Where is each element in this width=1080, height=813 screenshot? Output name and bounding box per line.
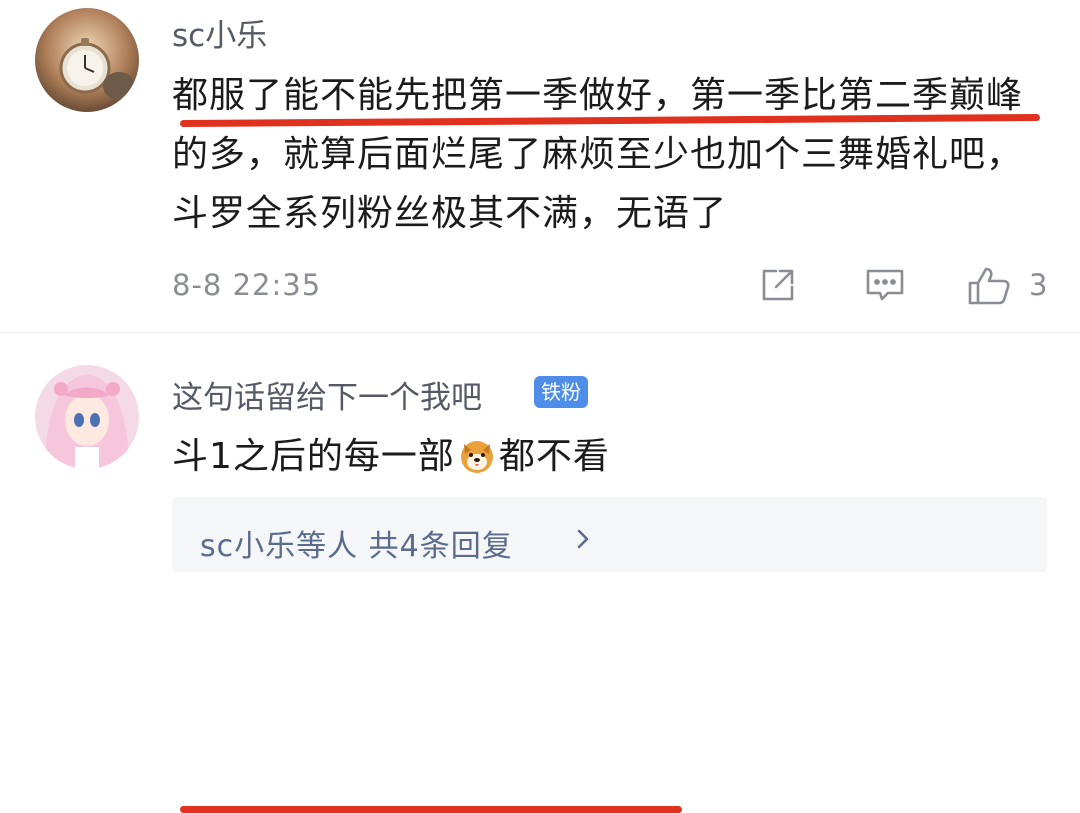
like-count: 3 bbox=[1029, 268, 1048, 302]
comment-text: 都服了能不能先把第一季做好，第一季比第二季巅峰的多，就算后面烂尾了麻烦至少也加个… bbox=[172, 75, 1024, 234]
timestamp: 8-8 22:35 bbox=[172, 268, 322, 302]
avatar[interactable] bbox=[35, 365, 139, 469]
reply-icon[interactable] bbox=[864, 265, 906, 305]
share-icon[interactable] bbox=[758, 265, 798, 305]
username[interactable]: 这句话留给下一个我吧 bbox=[172, 372, 482, 417]
reply-summary-text[interactable]: sc小乐等人 共4条回复 bbox=[200, 521, 513, 565]
fan-badge: 铁粉 bbox=[534, 376, 588, 408]
username[interactable]: sc小乐 bbox=[172, 10, 267, 55]
chevron-right-icon bbox=[576, 528, 590, 554]
dog-emoji bbox=[459, 433, 495, 473]
avatar[interactable] bbox=[35, 8, 139, 112]
like-icon[interactable] bbox=[966, 265, 1012, 307]
comment-item: sc小乐 都服了能不能先把第一季做好，第一季比第二季巅峰的多，就算后面烂尾了麻烦… bbox=[0, 0, 1080, 333]
comment-text-part: 都不看 bbox=[498, 436, 610, 477]
reply-summary[interactable]: sc小乐等人 共4条回复 bbox=[172, 497, 1047, 572]
comment-text: 斗1之后的每一部 都不看 bbox=[172, 427, 1052, 486]
red-underline-mark bbox=[180, 806, 682, 813]
comment-text-part: 斗1之后的每一部 bbox=[172, 436, 455, 477]
